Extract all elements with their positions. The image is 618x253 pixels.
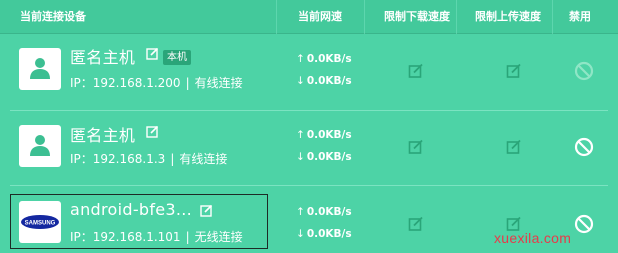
- edit-name-icon[interactable]: [200, 204, 213, 217]
- ban-icon-disabled: [574, 61, 594, 81]
- row-divider: [10, 185, 608, 186]
- up-arrow-icon: ↑: [296, 53, 305, 65]
- upload-speed: ↑ 0.0KB/s: [296, 129, 352, 141]
- connection-type: 有线连接: [179, 152, 228, 166]
- download-speed: ↓ 0.0KB/s: [296, 228, 352, 240]
- limit-download-edit-icon[interactable]: [408, 139, 424, 155]
- device-ip-line: IP：192.168.1.3 | 有线连接: [70, 150, 227, 167]
- header-up-limit: 限制上传速度: [475, 10, 541, 23]
- header-divider: [552, 0, 553, 34]
- down-arrow-icon: ↓: [296, 151, 305, 163]
- upload-speed: ↑ 0.0KB/s: [296, 53, 352, 65]
- ip-separator: |: [185, 230, 190, 244]
- header-divider: [364, 0, 365, 34]
- watermark: xuexila.com: [494, 230, 572, 246]
- device-name: 匿名主机: [70, 126, 136, 145]
- header-down-limit: 限制下载速度: [384, 10, 450, 23]
- ip-separator: |: [170, 152, 175, 166]
- current-device-badge: 本机: [163, 50, 191, 65]
- device-ip: IP：192.168.1.200: [70, 76, 181, 90]
- ban-icon[interactable]: [574, 214, 594, 234]
- device-avatar: [19, 48, 61, 90]
- ip-separator: |: [185, 76, 190, 90]
- up-arrow-icon: ↑: [296, 206, 305, 218]
- device-table-header: 当前连接设备 当前网速 限制下载速度 限制上传速度 禁用: [0, 0, 618, 34]
- up-arrow-icon: ↑: [296, 129, 305, 141]
- upload-speed-value: 0.0KB/s: [306, 129, 352, 141]
- header-ban: 禁用: [569, 10, 591, 23]
- down-arrow-icon: ↓: [296, 228, 305, 240]
- ban-icon[interactable]: [574, 137, 594, 157]
- device-ip-line: IP：192.168.1.200 | 有线连接: [70, 74, 243, 91]
- upload-speed: ↑ 0.0KB/s: [296, 206, 352, 218]
- upload-speed-value: 0.0KB/s: [306, 206, 352, 218]
- limit-download-edit-icon[interactable]: [408, 216, 424, 232]
- device-ip-line: IP：192.168.1.101 | 无线连接: [70, 228, 243, 245]
- download-speed-value: 0.0KB/s: [306, 75, 352, 87]
- header-speed: 当前网速: [298, 10, 342, 23]
- upload-speed-value: 0.0KB/s: [306, 53, 352, 65]
- connection-type: 无线连接: [194, 230, 243, 244]
- limit-upload-edit-icon[interactable]: [506, 139, 522, 155]
- download-speed: ↓ 0.0KB/s: [296, 75, 352, 87]
- header-device: 当前连接设备: [20, 10, 86, 23]
- person-icon: [30, 135, 50, 156]
- device-ip: IP：192.168.1.101: [70, 230, 181, 244]
- samsung-logo: SAMSUNG: [21, 215, 59, 229]
- connection-type: 有线连接: [194, 76, 243, 90]
- down-arrow-icon: ↓: [296, 75, 305, 87]
- header-divider: [456, 0, 457, 34]
- edit-name-icon[interactable]: [146, 47, 159, 60]
- device-name: 匿名主机: [70, 48, 136, 67]
- samsung-logo-text: SAMSUNG: [25, 221, 56, 227]
- device-ip: IP：192.168.1.3: [70, 152, 166, 166]
- limit-download-edit-icon[interactable]: [408, 63, 424, 79]
- device-name: android-bfe3...: [70, 200, 193, 219]
- device-avatar: [19, 125, 61, 167]
- download-speed-value: 0.0KB/s: [306, 228, 352, 240]
- edit-name-icon[interactable]: [146, 125, 159, 138]
- limit-upload-edit-icon[interactable]: [506, 63, 522, 79]
- download-speed-value: 0.0KB/s: [306, 151, 352, 163]
- row-divider: [10, 110, 608, 111]
- header-divider: [276, 0, 277, 34]
- person-icon: [30, 58, 50, 79]
- download-speed: ↓ 0.0KB/s: [296, 151, 352, 163]
- device-avatar: SAMSUNG: [19, 201, 61, 243]
